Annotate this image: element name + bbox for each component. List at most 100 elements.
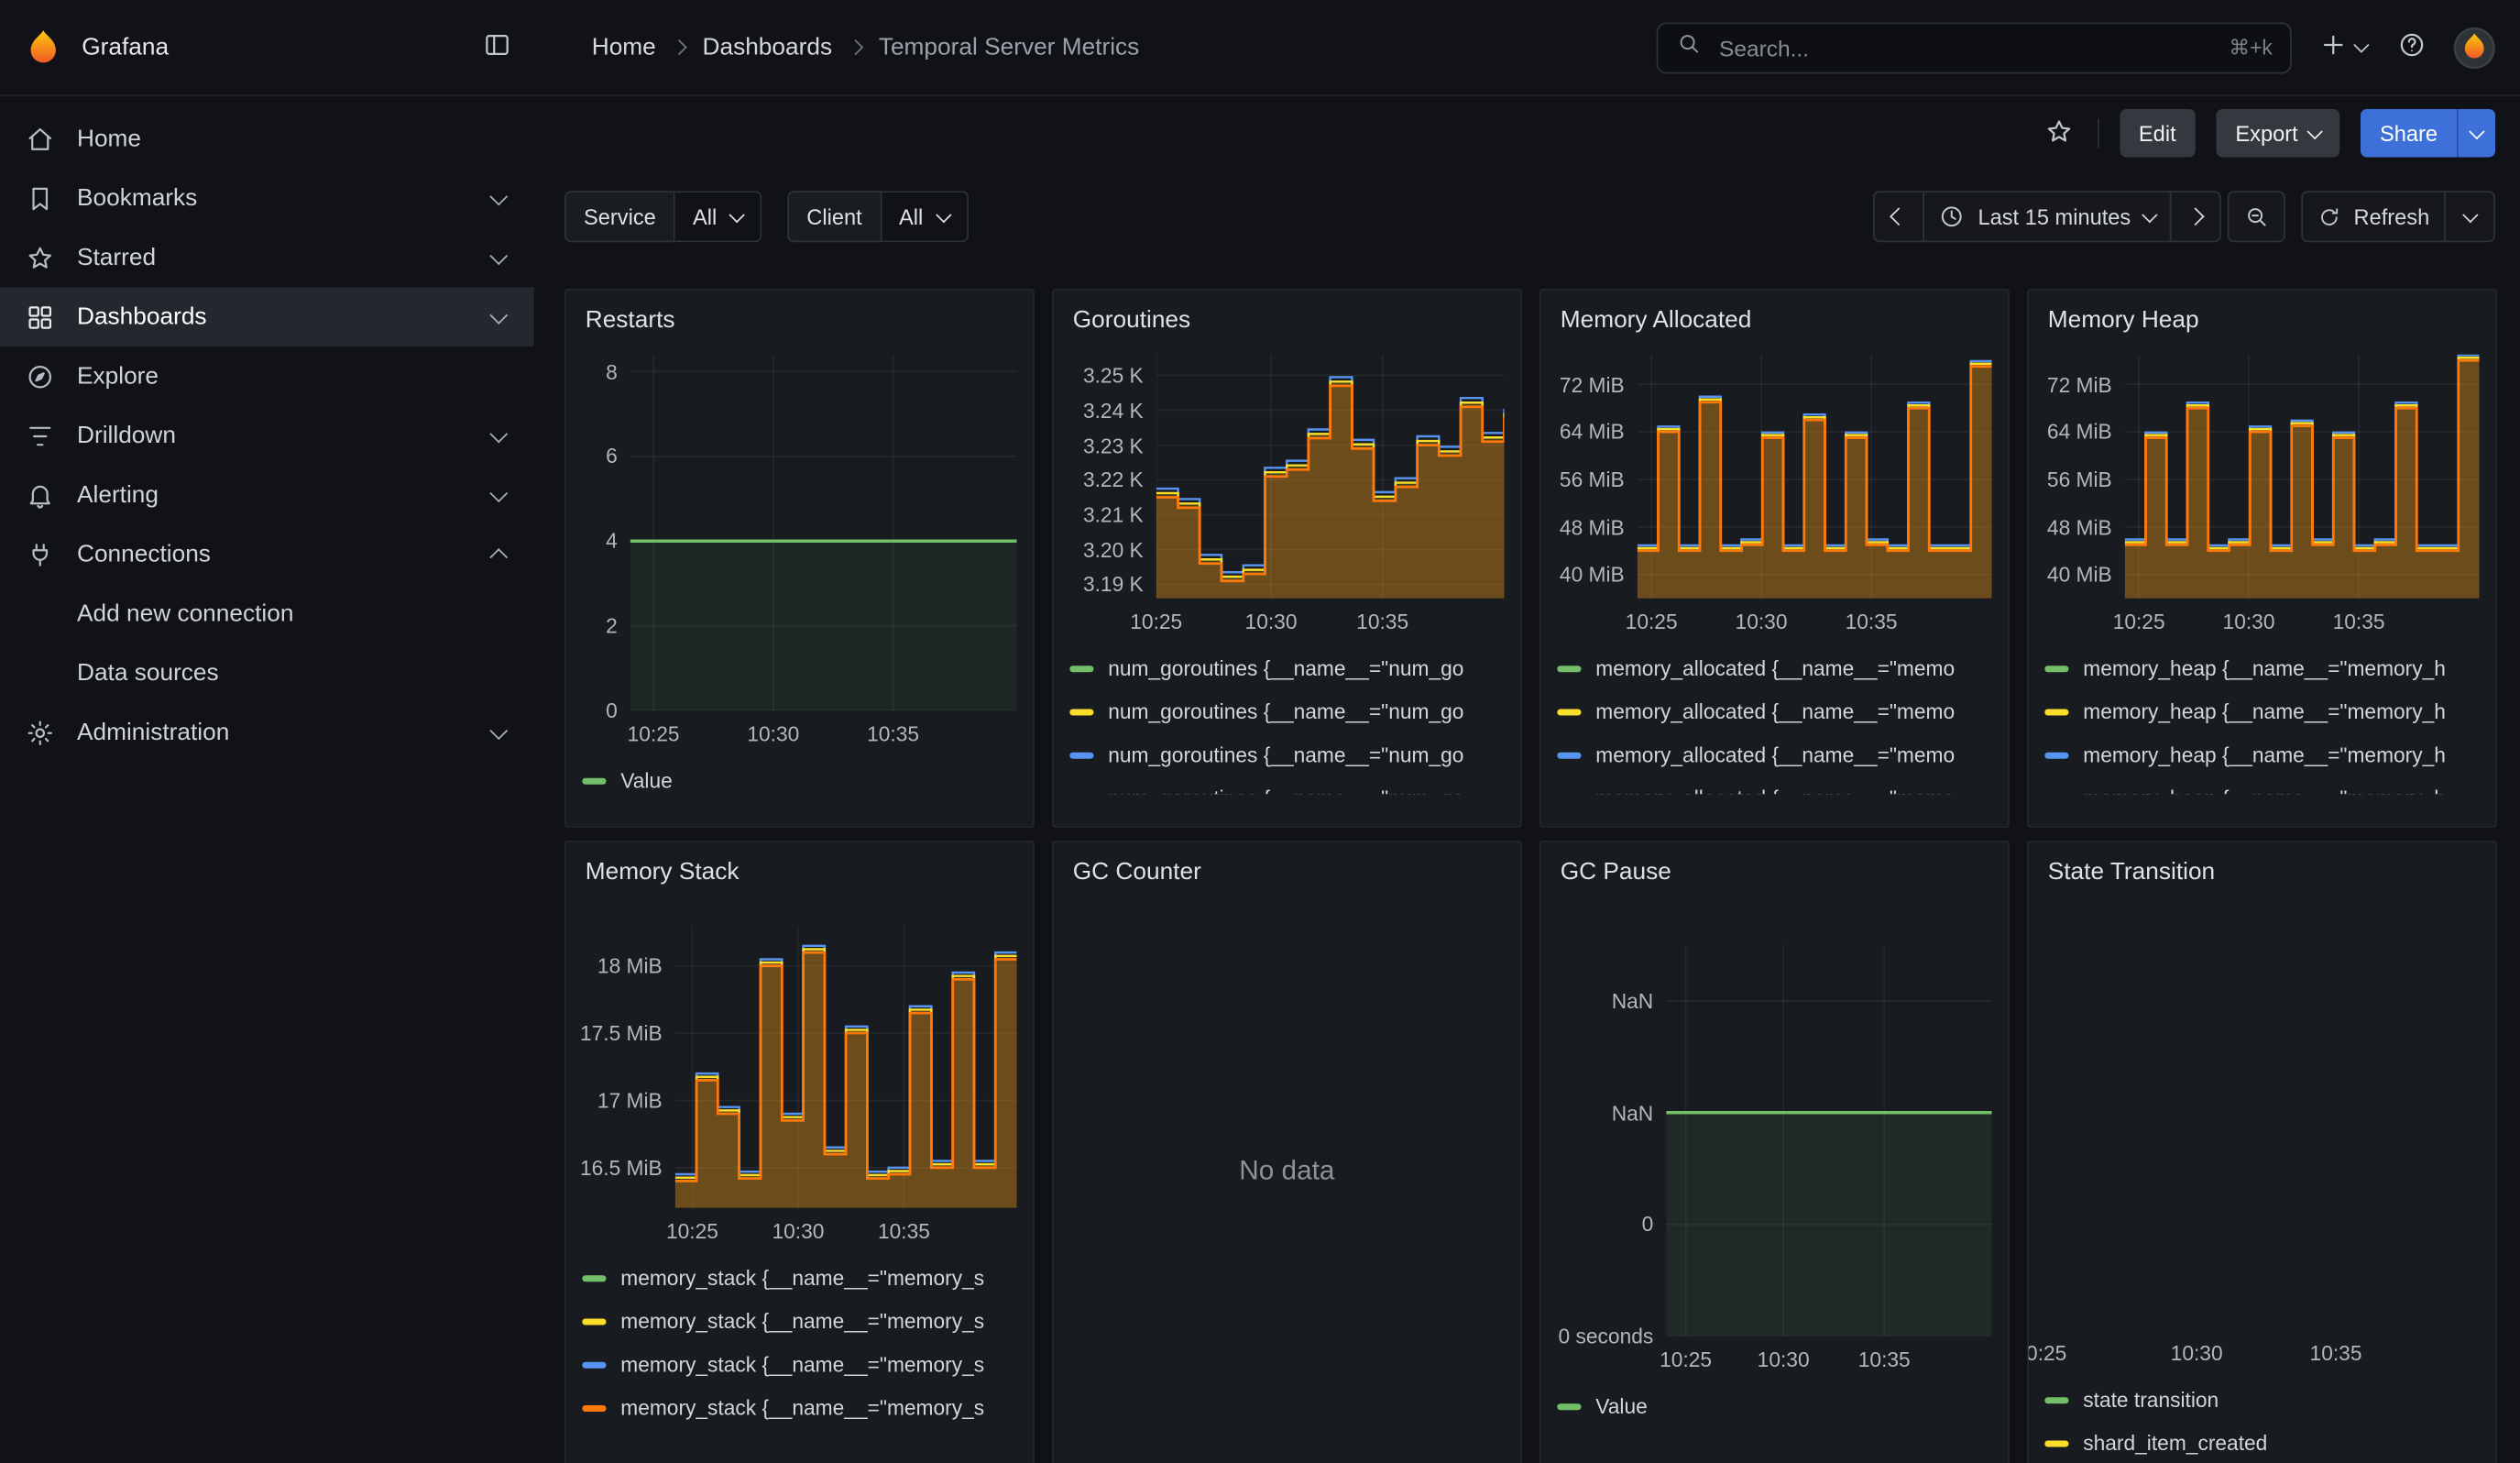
legend-series-color (1557, 1402, 1581, 1409)
legend-item[interactable]: state transition (2044, 1378, 2479, 1421)
chevron-right-icon (671, 39, 686, 55)
sidebar-item-alerting[interactable]: Alerting (0, 466, 534, 525)
chevron-down-icon (489, 721, 508, 740)
legend-series-color (1069, 709, 1093, 715)
legend-item[interactable]: memory_allocated {__name__="memo (1557, 646, 1991, 689)
chart-plot[interactable] (2125, 355, 2480, 599)
panel-title[interactable]: GC Counter (1069, 852, 1504, 887)
sidebar-item-connections[interactable]: Connections (0, 524, 534, 584)
share-menu-button[interactable] (2457, 109, 2495, 158)
time-range-button[interactable]: Last 15 minutes (1923, 191, 2171, 242)
chevron-down-icon (2353, 37, 2369, 52)
nav-left: Grafana (0, 27, 534, 69)
legend-item[interactable]: memory_stack {__name__="memory_s (582, 1386, 1016, 1429)
sidebar-item-drilldown[interactable]: Drilldown (0, 406, 534, 466)
chart-plot[interactable] (2057, 932, 2479, 1330)
breadcrumb-dashboards[interactable]: Dashboards (703, 34, 833, 61)
refresh-label: Refresh (2354, 204, 2430, 228)
sidebar-item-data-sources[interactable]: Data sources (0, 644, 534, 703)
legend-item[interactable]: memory_heap {__name__="memory_h (2044, 646, 2479, 689)
dashboard-toolbar: Edit Export Share (534, 96, 2520, 170)
panel-title[interactable]: Goroutines (1069, 300, 1504, 336)
breadcrumb-home[interactable]: Home (592, 34, 656, 61)
edit-button[interactable]: Edit (2120, 109, 2196, 158)
refresh-interval-button[interactable] (2444, 191, 2495, 242)
legend-item[interactable]: memory_stack {__name__="memory_s (582, 1256, 1016, 1299)
chart-canvas (2057, 932, 2479, 1330)
search-input[interactable] (1716, 33, 2215, 62)
legend-item[interactable]: num_goroutines {__name__="num_go (1069, 776, 1504, 794)
zoom-out-button[interactable] (2227, 191, 2284, 242)
chart-plot[interactable] (1666, 945, 1991, 1336)
panel-title[interactable]: State Transition (2044, 852, 2479, 887)
plus-icon (2319, 30, 2349, 64)
time-forward-button[interactable] (2169, 191, 2220, 242)
sidebar-item-starred[interactable]: Starred (0, 228, 534, 288)
chart-plot[interactable] (1156, 355, 1505, 599)
sidebar-item-dashboards[interactable]: Dashboards (0, 287, 534, 346)
x-axis-label: 10:30 (747, 722, 799, 746)
legend-series-label: Value (620, 768, 673, 792)
sidebar-item-explore[interactable]: Explore (0, 346, 534, 406)
service-variable: Service All (564, 191, 761, 242)
compass-icon (26, 362, 55, 391)
chart-plot[interactable] (675, 926, 1017, 1208)
user-avatar[interactable] (2454, 27, 2496, 69)
legend-item[interactable]: num_goroutines {__name__="num_go (1069, 646, 1504, 689)
chart-area: 86420 (582, 355, 1016, 711)
legend-series-color (2044, 709, 2068, 715)
sidebar-item-bookmarks[interactable]: Bookmarks (0, 169, 534, 228)
legend-item[interactable]: shard_item_created (2044, 1422, 2479, 1463)
search-box[interactable]: ⌘+k (1657, 22, 2292, 73)
legend-item[interactable]: memory_stack {__name__="memory_s (582, 1300, 1016, 1343)
share-button[interactable]: Share (2361, 109, 2457, 158)
chart-canvas (2125, 355, 2480, 599)
panel-title[interactable]: Restarts (582, 300, 1016, 336)
sidebar-item-label: Data sources (77, 659, 219, 687)
legend-item[interactable]: num_goroutines {__name__="num_go (1069, 733, 1504, 776)
sidebar-item-home[interactable]: Home (0, 109, 534, 169)
export-button[interactable]: Export (2216, 109, 2339, 158)
panel-title[interactable]: GC Pause (1557, 852, 1991, 887)
panel-title[interactable]: Memory Heap (2044, 300, 2479, 336)
chart-plot[interactable] (630, 355, 1017, 711)
export-label: Export (2235, 121, 2297, 145)
grafana-logo-icon[interactable] (23, 27, 65, 69)
legend-item[interactable]: Value (1557, 1384, 1991, 1427)
y-axis-label: 48 MiB (1560, 515, 1625, 539)
legend-series-label: num_goroutines {__name__="num_go (1108, 656, 1463, 680)
sidebar-item-administration[interactable]: Administration (0, 703, 534, 763)
client-var-select[interactable]: All (882, 191, 969, 242)
panel-title[interactable]: Memory Allocated (1557, 300, 1991, 336)
dock-menu-button[interactable] (479, 28, 515, 68)
legend-item[interactable]: num_goroutines {__name__="num_go (1069, 690, 1504, 733)
legend-item[interactable]: memory_heap {__name__="memory_h (2044, 733, 2479, 776)
toolbar-divider (2097, 119, 2098, 148)
refresh-button[interactable]: Refresh (2301, 191, 2446, 242)
legend-item[interactable]: memory_allocated {__name__="memo (1557, 733, 1991, 776)
panel-title[interactable]: Memory Stack (582, 852, 1016, 887)
time-back-button[interactable] (1874, 191, 1925, 242)
y-axis-label: 3.24 K (1083, 398, 1144, 422)
service-var-select[interactable]: All (675, 191, 762, 242)
legend-item[interactable]: memory_heap {__name__="memory_h (2044, 776, 2479, 794)
series-fill (1666, 1113, 1991, 1336)
legend-series-label: memory_allocated {__name__="memo (1595, 699, 1955, 723)
x-axis-label: 10:25 (666, 1219, 718, 1243)
chart-plot[interactable] (1638, 355, 1992, 599)
sidebar-item-add-new-connection[interactable]: Add new connection (0, 584, 534, 644)
legend-series-color (2044, 1440, 2068, 1446)
y-axis-label: 72 MiB (1560, 372, 1625, 396)
template-variables: Service All Client All (564, 191, 968, 242)
add-new-button[interactable] (2316, 28, 2371, 68)
panel-restarts: Restarts8642010:2510:3010:35Value (564, 289, 1035, 828)
legend-item[interactable]: memory_allocated {__name__="memo (1557, 776, 1991, 794)
legend-item[interactable]: memory_heap {__name__="memory_h (2044, 690, 2479, 733)
legend-item[interactable]: memory_allocated {__name__="memo (1557, 690, 1991, 733)
help-button[interactable] (2394, 28, 2430, 68)
legend-item[interactable]: memory_stack {__name__="memory_s (582, 1343, 1016, 1386)
legend-item[interactable]: Value (582, 759, 1016, 802)
star-dashboard-button[interactable] (2041, 113, 2076, 153)
series-fill (1638, 367, 1992, 599)
chevron-down-icon (2142, 206, 2157, 222)
